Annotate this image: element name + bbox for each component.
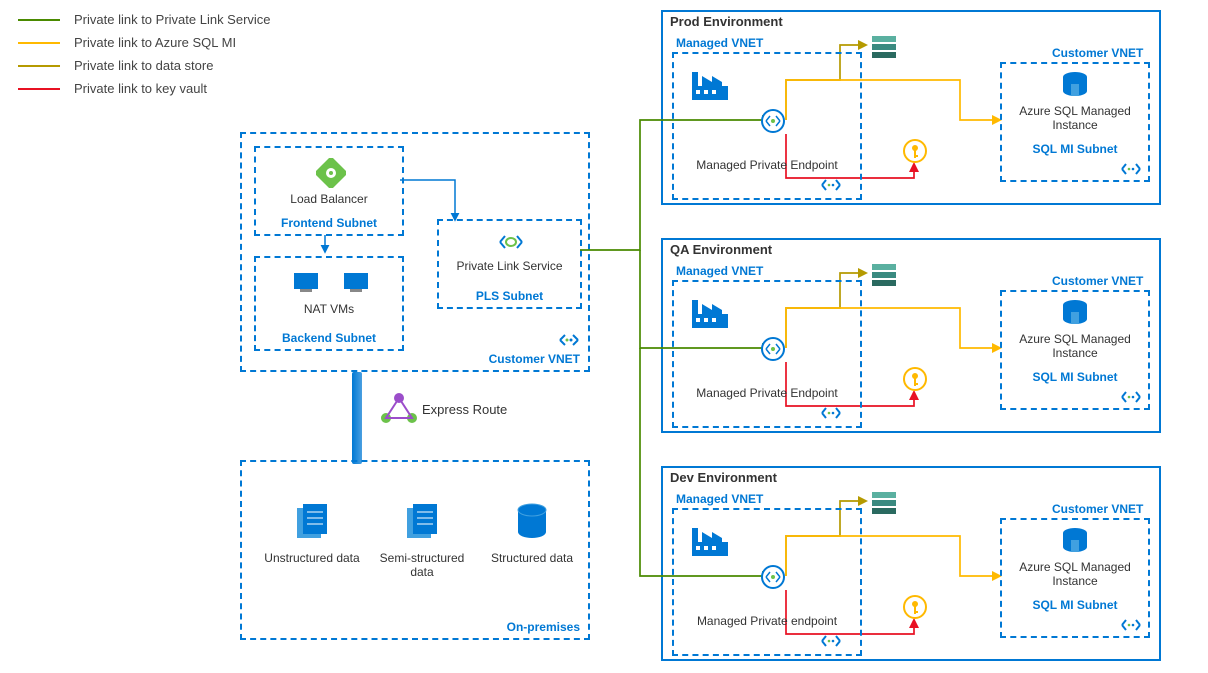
express-route-label: Express Route bbox=[422, 402, 507, 417]
key-vault-icon bbox=[902, 594, 928, 623]
vnet-icon bbox=[1120, 390, 1142, 407]
pls-subnet-label: PLS Subnet bbox=[439, 289, 580, 303]
sql-subnet-label: SQL MI Subnet bbox=[1002, 370, 1148, 384]
pls-label: Private Link Service bbox=[439, 259, 580, 273]
legend-label: Private link to data store bbox=[74, 58, 213, 73]
sql-mi-icon bbox=[1058, 298, 1092, 331]
mpe-label: Managed Private Endpoint bbox=[676, 158, 858, 172]
data-label: Unstructured data bbox=[262, 551, 362, 565]
sql-subnet-label: SQL MI Subnet bbox=[1002, 598, 1148, 612]
backend-subnet-label: Backend Subnet bbox=[256, 331, 402, 345]
legend-label: Private link to Private Link Service bbox=[74, 12, 271, 27]
customer-vnet-right-label: Customer VNET bbox=[1052, 274, 1143, 288]
env-title: Prod Environment bbox=[670, 14, 783, 29]
key-vault-icon bbox=[902, 366, 928, 395]
data-factory-icon bbox=[690, 524, 730, 561]
pls-subnet-box: Private Link Service PLS Subnet bbox=[437, 219, 582, 309]
sql-label: Azure SQL Managed Instance bbox=[1002, 332, 1148, 361]
legend-label: Private link to Azure SQL MI bbox=[74, 35, 236, 50]
vnet-icon bbox=[1120, 162, 1142, 179]
customer-vnet-right-label: Customer VNET bbox=[1052, 502, 1143, 516]
load-balancer-label: Load Balancer bbox=[256, 192, 402, 206]
structured-data: Structured data bbox=[482, 502, 582, 565]
sql-mi-icon bbox=[1058, 70, 1092, 103]
data-store-icon bbox=[870, 34, 898, 61]
frontend-subnet-box: Load Balancer Frontend Subnet bbox=[254, 146, 404, 236]
managed-vnet-label: Managed VNET bbox=[676, 264, 763, 278]
vnet-icon bbox=[820, 634, 842, 651]
data-factory-icon bbox=[690, 68, 730, 105]
vnet-icon bbox=[820, 406, 842, 423]
private-link-icon bbox=[497, 231, 525, 253]
data-factory-icon bbox=[690, 296, 730, 333]
legend-item: Private link to Azure SQL MI bbox=[18, 35, 271, 50]
data-store-icon bbox=[870, 490, 898, 517]
managed-vnet-label: Managed VNET bbox=[676, 36, 763, 50]
vnet-icon bbox=[1120, 618, 1142, 635]
on-premises-box: On-premises Unstructured data Semi-struc… bbox=[240, 460, 590, 640]
sql-label: Azure SQL Managed Instance bbox=[1002, 104, 1148, 133]
customer-vnet-right-label: Customer VNET bbox=[1052, 46, 1143, 60]
env-title: QA Environment bbox=[670, 242, 772, 257]
sql-subnet-label: SQL MI Subnet bbox=[1002, 142, 1148, 156]
key-vault-icon bbox=[902, 138, 928, 167]
data-label: Structured data bbox=[482, 551, 582, 565]
sql-mi-icon bbox=[1058, 526, 1092, 559]
semistructured-data: Semi-structured data bbox=[372, 502, 472, 579]
private-endpoint-icon bbox=[760, 336, 786, 365]
private-endpoint-icon bbox=[760, 108, 786, 137]
legend-label: Private link to key vault bbox=[74, 81, 207, 96]
backend-subnet-box: NAT VMs Backend Subnet bbox=[254, 256, 404, 351]
unstructured-data: Unstructured data bbox=[262, 502, 362, 565]
vnet-icon bbox=[558, 332, 580, 348]
env-title: Dev Environment bbox=[670, 470, 777, 485]
documents-icon bbox=[291, 502, 333, 544]
mpe-label: Managed Private endpoint bbox=[676, 614, 858, 628]
private-endpoint-icon bbox=[760, 564, 786, 593]
managed-vnet-label: Managed VNET bbox=[676, 492, 763, 506]
legend-item: Private link to data store bbox=[18, 58, 271, 73]
sql-label: Azure SQL Managed Instance bbox=[1002, 560, 1148, 589]
database-icon bbox=[511, 502, 553, 544]
legend-item: Private link to Private Link Service bbox=[18, 12, 271, 27]
documents-icon bbox=[401, 502, 443, 544]
customer-vnet-box: Customer VNET Load Balancer Frontend Sub… bbox=[240, 132, 590, 372]
on-premises-label: On-premises bbox=[507, 620, 580, 634]
data-label: Semi-structured data bbox=[372, 551, 472, 579]
frontend-subnet-label: Frontend Subnet bbox=[256, 216, 402, 230]
data-store-icon bbox=[870, 262, 898, 289]
vnet-icon bbox=[820, 178, 842, 195]
express-route-icon bbox=[380, 392, 418, 426]
load-balancer-icon bbox=[316, 158, 346, 188]
express-route-pipe bbox=[352, 372, 362, 464]
mpe-label: Managed Private Endpoint bbox=[676, 386, 858, 400]
legend: Private link to Private Link Service Pri… bbox=[18, 12, 271, 104]
nat-vms-icon bbox=[286, 268, 376, 298]
customer-vnet-label: Customer VNET bbox=[489, 352, 580, 366]
nat-vms-label: NAT VMs bbox=[256, 302, 402, 316]
legend-item: Private link to key vault bbox=[18, 81, 271, 96]
